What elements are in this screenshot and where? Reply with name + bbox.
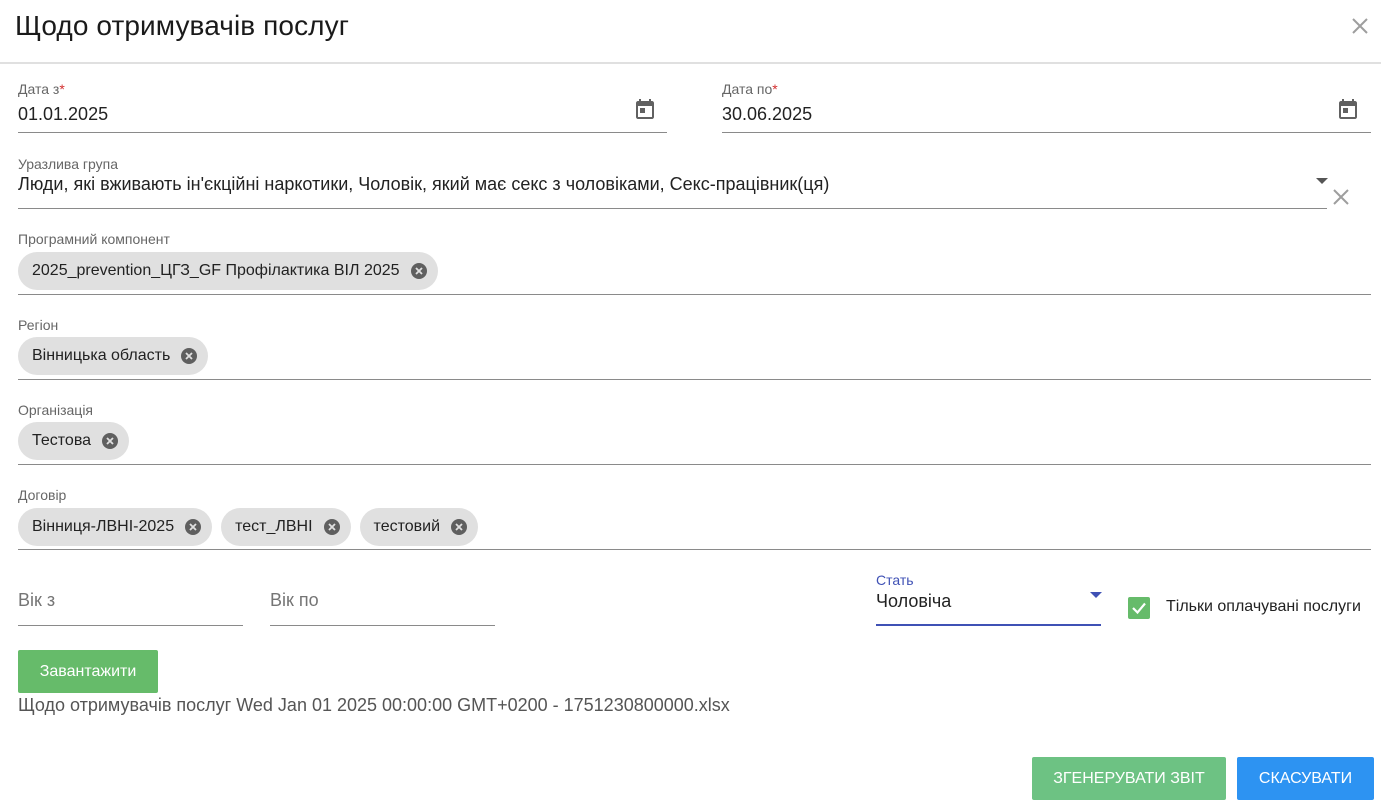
cancel-circle-icon[interactable] (410, 262, 428, 280)
date-to-underline (722, 132, 1371, 133)
date-from-label: Дата з* (18, 81, 65, 97)
contract-label: Договір (18, 487, 67, 503)
cancel-circle-icon[interactable] (101, 432, 119, 450)
paid-only-checkbox[interactable] (1128, 597, 1150, 619)
organization-chips: Тестова (18, 422, 130, 460)
chip-label: тест_ЛВНІ (235, 518, 313, 535)
chip: Вінницька область (18, 337, 209, 375)
region-label: Регіон (18, 317, 59, 333)
region-underline (18, 379, 1371, 380)
region-chips: Вінницька область (18, 337, 209, 375)
program-component-underline (18, 294, 1371, 295)
organization-underline (18, 464, 1371, 465)
program-component-label: Програмний компонент (18, 231, 170, 247)
check-icon (1132, 602, 1146, 615)
vulnerable-group-underline (18, 208, 1327, 209)
cancel-circle-icon[interactable] (184, 518, 202, 536)
contract-underline (18, 549, 1371, 550)
dialog-title: Щодо отримувачів послуг (15, 10, 350, 41)
date-to-label: Дата по* (722, 81, 778, 97)
chip: Тестова (18, 422, 130, 460)
chip-label: Тестова (32, 432, 92, 449)
sex-label: Стать (876, 572, 914, 588)
calendar-icon[interactable] (633, 97, 657, 121)
chip-label: тестовий (373, 518, 441, 535)
vulnerable-group-label: Уразлива група (18, 156, 118, 172)
chip-label: 2025_prevention_ЦГЗ_GF Профілактика ВІЛ … (32, 262, 400, 279)
chip-label: Вінниця-ЛВНІ-2025 (32, 518, 175, 535)
load-button[interactable]: Завантажити (18, 650, 158, 693)
cancel-circle-icon[interactable] (323, 518, 341, 536)
dropdown-arrow-icon[interactable] (1084, 582, 1108, 606)
organization-label: Організація (18, 402, 94, 418)
close-icon[interactable] (1348, 14, 1372, 38)
generate-report-button[interactable]: ЗГЕНЕРУВАТИ ЗВІТ (1032, 757, 1226, 800)
age-from-underline (18, 625, 243, 626)
chip: Вінниця-ЛВНІ-2025 (18, 508, 213, 546)
sex-underline (876, 624, 1101, 626)
dialog-header: Щодо отримувачів послуг (0, 0, 1381, 64)
chip: 2025_prevention_ЦГЗ_GF Профілактика ВІЛ … (18, 252, 438, 290)
chip: тест_ЛВНІ (221, 508, 351, 546)
age-to-input[interactable]: Вік по (270, 590, 319, 611)
chip-label: Вінницька область (32, 347, 171, 364)
paid-only-label: Тільки оплачувані послуги (1166, 598, 1361, 615)
contract-chips: Вінниця-ЛВНІ-2025 тест_ЛВНІ тестовий (18, 508, 479, 546)
age-from-input[interactable]: Вік з (18, 590, 55, 611)
date-from-input[interactable]: 01.01.2025 (18, 104, 108, 125)
age-to-underline (270, 625, 495, 626)
chip: тестовий (359, 508, 479, 546)
file-link[interactable]: Щодо отримувачів послуг Wed Jan 01 2025 … (18, 695, 730, 716)
cancel-circle-icon[interactable] (180, 347, 198, 365)
calendar-icon[interactable] (1336, 97, 1360, 121)
date-to-input[interactable]: 30.06.2025 (722, 104, 812, 125)
date-from-underline (18, 132, 667, 133)
clear-icon[interactable] (1329, 185, 1353, 209)
cancel-circle-icon[interactable] (450, 518, 468, 536)
sex-select[interactable]: Чоловіча (876, 591, 951, 612)
vulnerable-group-select[interactable]: Люди, які вживають ін'єкційні наркотики,… (18, 174, 829, 195)
program-component-chips: 2025_prevention_ЦГЗ_GF Профілактика ВІЛ … (18, 252, 438, 290)
cancel-button[interactable]: СКАСУВАТИ (1237, 757, 1374, 800)
